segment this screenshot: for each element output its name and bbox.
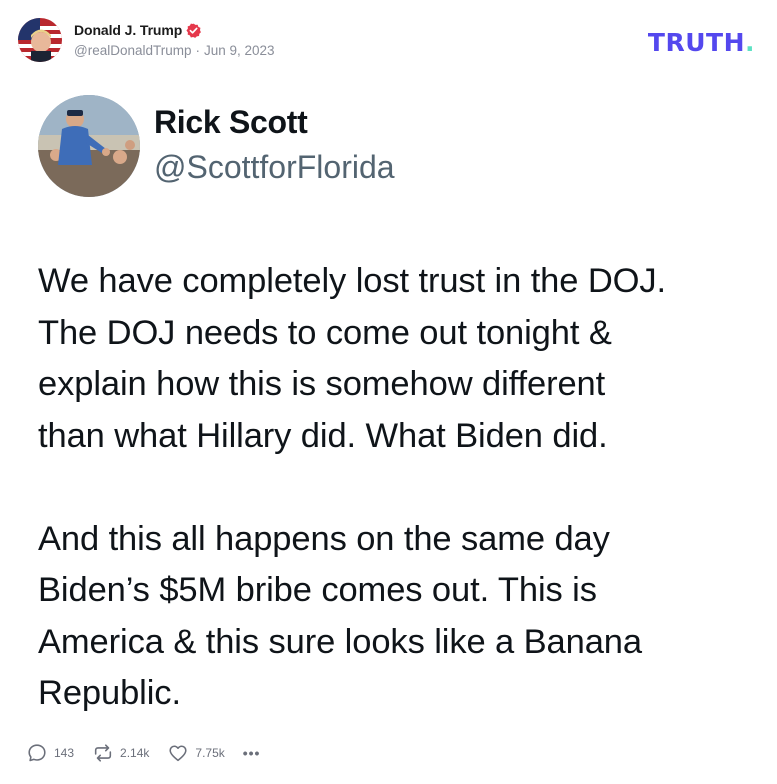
reply-button[interactable]: 143 xyxy=(26,742,74,764)
meta-separator: · xyxy=(195,43,201,58)
like-button[interactable]: 7.75k xyxy=(167,742,225,764)
body-line: America & this sure looks like a Banana xyxy=(38,622,642,661)
quoted-author-handle: @ScottforFlorida xyxy=(154,149,395,185)
post-header: Donald J. Trump @realDonaldTrump · Jun 9, … xyxy=(18,18,275,62)
body-line: Biden’s $5M bribe comes out. This is xyxy=(38,571,597,609)
post-meta: @realDonaldTrump · Jun 9, 2023 xyxy=(74,43,275,58)
body-line: than what Hillary did. What Biden did. xyxy=(38,416,608,455)
post-date[interactable]: Jun 9, 2023 xyxy=(204,43,275,58)
quoted-author-avatar xyxy=(38,95,140,197)
truth-social-logo[interactable]: TRUTH. xyxy=(648,28,755,57)
heart-icon xyxy=(169,745,187,762)
reply-count: 143 xyxy=(54,746,75,760)
body-line: The DOJ needs to come out tonight & xyxy=(38,313,612,352)
author-name[interactable]: Donald J. Trump xyxy=(74,22,182,38)
more-icon: ••• xyxy=(242,745,261,761)
retruth-icon xyxy=(94,744,112,762)
more-options-button[interactable]: ••• xyxy=(243,745,261,761)
like-count: 7.75k xyxy=(195,746,225,760)
body-line: We have completely lost trust in the DOJ… xyxy=(38,262,667,300)
logo-text: TRUTH xyxy=(647,28,745,57)
quoted-author-avatar-image xyxy=(38,95,140,197)
body-line: explain how this is somehow different xyxy=(38,365,606,403)
author-avatar[interactable] xyxy=(18,18,62,62)
body-line: And this all happens on the same day xyxy=(38,519,610,558)
body-line: Republic. xyxy=(38,674,181,712)
quoted-post-body: We have completely lost trust in the DOJ… xyxy=(38,256,758,720)
action-bar: 143 2.14k 7.75k ••• xyxy=(26,742,278,764)
retruth-count: 2.14k xyxy=(120,746,150,760)
verified-badge-icon xyxy=(186,22,202,38)
retruth-button[interactable]: 2.14k xyxy=(92,742,149,764)
logo-dot: . xyxy=(745,28,755,57)
reply-icon xyxy=(28,744,46,762)
author-handle[interactable]: @realDonaldTrump xyxy=(74,43,192,58)
author-avatar-image xyxy=(18,18,62,62)
quoted-author-name: Rick Scott xyxy=(154,104,308,140)
